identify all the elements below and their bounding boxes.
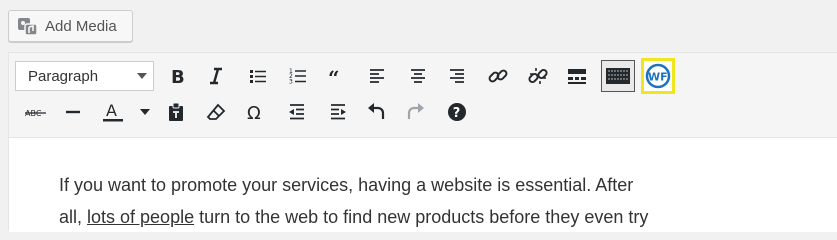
align-right-button[interactable] — [443, 62, 471, 90]
read-more-icon — [568, 69, 586, 84]
strikethrough-button[interactable]: ABC — [21, 98, 51, 126]
lots-of-people-link[interactable]: lots of people — [87, 207, 194, 227]
remove-link-button[interactable] — [524, 62, 552, 90]
format-select[interactable]: Paragraph — [15, 61, 154, 91]
bulleted-list-icon — [250, 70, 266, 83]
undo-button[interactable] — [362, 98, 390, 126]
redo-icon — [407, 103, 424, 119]
add-media-label: Add Media — [45, 17, 117, 35]
horizontal-line-button[interactable] — [59, 98, 87, 126]
wf-logo-icon: WF — [645, 63, 671, 89]
special-character-button[interactable]: Ω — [242, 98, 270, 126]
svg-text:3: 3 — [289, 79, 293, 86]
wf-plugin-button[interactable]: WF — [641, 58, 675, 94]
align-right-icon — [450, 69, 464, 83]
undo-icon — [368, 103, 385, 119]
increase-indent-button[interactable] — [324, 98, 352, 126]
add-media-button[interactable]: Add Media — [8, 10, 133, 42]
content-line-2-post: turn to the web to find new products bef… — [194, 207, 649, 227]
media-icon — [18, 18, 38, 36]
align-left-button[interactable] — [363, 62, 391, 90]
align-center-icon — [411, 69, 425, 83]
svg-text:B: B — [171, 67, 185, 86]
read-more-button[interactable] — [563, 62, 591, 90]
outdent-icon — [289, 104, 304, 120]
toolbar-toggle-button[interactable] — [601, 60, 635, 92]
editor-content[interactable]: If you want to promote your services, ha… — [9, 137, 837, 232]
help-icon: ? — [448, 103, 466, 121]
strikethrough-icon: ABC — [25, 109, 46, 118]
chevron-down-icon — [140, 109, 150, 115]
bold-icon: B — [171, 67, 185, 86]
text-color-button[interactable]: A — [99, 98, 127, 126]
svg-text:A: A — [106, 101, 117, 120]
svg-text:Ω: Ω — [247, 103, 261, 122]
numbered-list-icon: 1 2 3 — [289, 68, 306, 86]
content-line-1: If you want to promote your services, ha… — [59, 175, 634, 195]
blockquote-button[interactable]: “ — [323, 62, 351, 90]
horizontal-line-icon — [66, 110, 80, 114]
bulleted-list-button[interactable] — [244, 62, 272, 90]
align-left-icon — [370, 69, 384, 83]
italic-icon — [210, 67, 222, 85]
decrease-indent-button[interactable] — [283, 98, 311, 126]
align-center-button[interactable] — [404, 62, 432, 90]
blockquote-icon: “ — [328, 66, 340, 86]
indent-icon — [331, 104, 346, 120]
format-select-value: Paragraph — [28, 67, 99, 85]
numbered-list-button[interactable]: 1 2 3 — [284, 62, 312, 90]
content-paragraph[interactable]: If you want to promote your services, ha… — [59, 169, 779, 233]
link-icon — [488, 69, 508, 83]
chevron-down-icon — [137, 73, 147, 79]
clipboard-icon — [169, 102, 183, 121]
editor: Paragraph B 1 2 3 “ WF ABC A Ω ? If you … — [8, 52, 837, 232]
wf-logo-text: WF — [648, 71, 668, 84]
eraser-icon — [206, 103, 226, 120]
insert-link-button[interactable] — [484, 62, 512, 90]
omega-icon: Ω — [247, 103, 261, 122]
italic-button[interactable] — [202, 62, 230, 90]
paste-as-text-button[interactable] — [162, 98, 190, 126]
keyboard-icon — [606, 68, 630, 84]
content-line-2-pre: all, — [59, 207, 88, 227]
editor-toolbar: Paragraph B 1 2 3 “ WF ABC A Ω ? — [9, 53, 837, 137]
text-color-dropdown[interactable] — [137, 98, 153, 126]
bold-button[interactable]: B — [163, 62, 191, 90]
keyboard-shortcuts-button[interactable]: ? — [443, 98, 471, 126]
media-bar: Add Media — [0, 0, 837, 50]
unlink-icon — [528, 68, 548, 84]
redo-button[interactable] — [402, 98, 430, 126]
text-color-icon: A — [103, 101, 123, 122]
svg-text:?: ? — [453, 106, 461, 121]
svg-text:“: “ — [328, 66, 340, 86]
clear-formatting-button[interactable] — [202, 98, 230, 126]
